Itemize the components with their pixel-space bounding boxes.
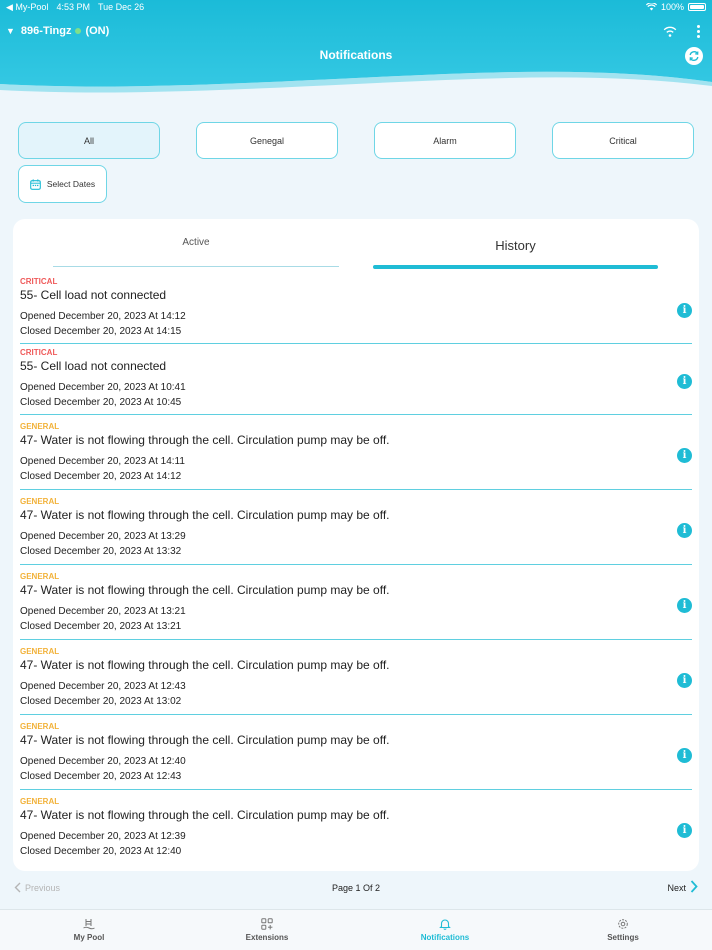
- notification-title: 55- Cell load not connected: [20, 359, 167, 373]
- device-state: (ON): [85, 25, 110, 37]
- page-indicator: Page 1 Of 2: [331, 883, 381, 893]
- notifications-card: Active History CRITICAL 55- Cell load no…: [13, 219, 699, 871]
- notification-item[interactable]: GENERAL 47- Water is not flowing through…: [20, 797, 692, 863]
- notification-title: 47- Water is not flowing through the cel…: [20, 433, 390, 447]
- info-icon[interactable]: i: [677, 303, 692, 318]
- severity-label: GENERAL: [20, 497, 60, 506]
- info-icon[interactable]: i: [677, 598, 692, 613]
- notification-title: 47- Water is not flowing through the cel…: [20, 508, 390, 522]
- next-label: Next: [667, 883, 686, 893]
- pool-ladder-icon: [83, 919, 95, 930]
- app-header: ◀ My-Pool 4:53 PM Tue Dec 26 100% ▼ 896-…: [0, 0, 712, 96]
- notification-item[interactable]: CRITICAL 55- Cell load not connected Ope…: [20, 348, 692, 415]
- pagination: Previous Page 1 Of 2 Next: [0, 880, 712, 898]
- filter-alarm-button[interactable]: Alarm: [374, 122, 516, 159]
- calendar-icon: [30, 178, 41, 190]
- notification-title: 55- Cell load not connected: [20, 288, 167, 302]
- notification-item[interactable]: GENERAL 47- Water is not flowing through…: [20, 497, 692, 565]
- closed-time: Closed December 20, 2023 At 14:15: [20, 326, 182, 337]
- opened-time: Opened December 20, 2023 At 13:21: [20, 606, 186, 617]
- device-selector[interactable]: ▼ 896-Tingz (ON): [0, 22, 712, 40]
- opened-time: Opened December 20, 2023 At 14:12: [20, 311, 186, 322]
- severity-label: CRITICAL: [20, 348, 58, 357]
- chevron-right-icon: [690, 880, 698, 893]
- opened-time: Opened December 20, 2023 At 12:40: [20, 756, 186, 767]
- wifi-icon: [663, 26, 677, 37]
- bell-icon: [439, 919, 451, 930]
- page-title: Notifications: [319, 48, 393, 62]
- back-to-app-link[interactable]: ◀ My-Pool: [6, 2, 48, 13]
- info-icon[interactable]: i: [677, 673, 692, 688]
- info-icon[interactable]: i: [677, 523, 692, 538]
- notification-item[interactable]: GENERAL 47- Water is not flowing through…: [20, 422, 692, 490]
- closed-time: Closed December 20, 2023 At 10:45: [20, 397, 182, 408]
- wifi-status-icon: [645, 3, 657, 11]
- notification-item[interactable]: GENERAL 47- Water is not flowing through…: [20, 722, 692, 790]
- notification-title: 47- Water is not flowing through the cel…: [20, 658, 390, 672]
- tab-active[interactable]: Active: [53, 237, 339, 248]
- status-date: Tue Dec 26: [97, 2, 145, 12]
- filter-general-button[interactable]: Genegal: [196, 122, 338, 159]
- opened-time: Opened December 20, 2023 At 12:43: [20, 681, 186, 692]
- tab-active-underline: [53, 266, 339, 267]
- battery-icon: [688, 3, 706, 11]
- severity-label: GENERAL: [20, 722, 60, 731]
- tab-notifications[interactable]: Notifications: [385, 918, 505, 942]
- info-icon[interactable]: i: [677, 748, 692, 763]
- refresh-icon: [689, 51, 699, 61]
- select-dates-label: Select Dates: [46, 179, 96, 189]
- notification-title: 47- Water is not flowing through the cel…: [20, 733, 390, 747]
- notification-item[interactable]: GENERAL 47- Water is not flowing through…: [20, 572, 692, 640]
- opened-time: Opened December 20, 2023 At 12:39: [20, 831, 186, 842]
- opened-time: Opened December 20, 2023 At 10:41: [20, 382, 186, 393]
- info-icon[interactable]: i: [677, 374, 692, 389]
- tab-label: Notifications: [420, 933, 470, 942]
- notification-item[interactable]: CRITICAL 55- Cell load not connected Ope…: [20, 277, 692, 344]
- opened-time: Opened December 20, 2023 At 14:11: [20, 456, 185, 467]
- bottom-tab-bar: My Pool Extensions Notifications Setting…: [0, 909, 712, 950]
- device-online-dot: [75, 28, 82, 34]
- tab-settings[interactable]: Settings: [563, 918, 683, 942]
- closed-time: Closed December 20, 2023 At 13:21: [20, 621, 182, 632]
- next-page-button[interactable]: Next: [667, 880, 698, 893]
- device-name: 896-Tingz: [20, 25, 72, 37]
- tab-history-underline: [373, 265, 658, 269]
- refresh-button[interactable]: [685, 47, 703, 65]
- info-icon[interactable]: i: [677, 823, 692, 838]
- filter-critical-button[interactable]: Critical: [552, 122, 694, 159]
- select-dates-button[interactable]: Select Dates: [18, 165, 107, 203]
- opened-time: Opened December 20, 2023 At 13:29: [20, 531, 186, 542]
- notification-title: 47- Water is not flowing through the cel…: [20, 583, 390, 597]
- filter-all-button[interactable]: All: [18, 122, 160, 159]
- closed-time: Closed December 20, 2023 At 14:12: [20, 471, 182, 482]
- gear-icon: [618, 919, 628, 929]
- caret-down-icon: ▼: [6, 26, 15, 36]
- tab-extensions[interactable]: Extensions: [207, 918, 327, 942]
- closed-time: Closed December 20, 2023 At 12:43: [20, 771, 182, 782]
- severity-label: GENERAL: [20, 422, 60, 431]
- extensions-grid-icon: [261, 918, 273, 930]
- notification-item[interactable]: GENERAL 47- Water is not flowing through…: [20, 647, 692, 715]
- severity-label: GENERAL: [20, 647, 60, 656]
- tab-label: My Pool: [73, 933, 105, 942]
- notification-title: 47- Water is not flowing through the cel…: [20, 808, 390, 822]
- back-app-label: My-Pool: [15, 1, 49, 12]
- tab-label: Extensions: [245, 933, 289, 942]
- closed-time: Closed December 20, 2023 At 13:02: [20, 696, 182, 707]
- severity-label: GENERAL: [20, 572, 60, 581]
- severity-label: CRITICAL: [20, 277, 58, 286]
- status-time: 4:53 PM: [56, 2, 90, 12]
- severity-label: GENERAL: [20, 797, 60, 806]
- info-icon[interactable]: i: [677, 448, 692, 463]
- tab-history[interactable]: History: [373, 238, 658, 253]
- tab-label: Settings: [607, 933, 639, 942]
- more-options-icon[interactable]: [691, 24, 706, 38]
- closed-time: Closed December 20, 2023 At 12:40: [20, 846, 182, 857]
- status-bar: ◀ My-Pool 4:53 PM Tue Dec 26 100%: [0, 0, 712, 14]
- battery-percent: 100%: [660, 2, 684, 12]
- closed-time: Closed December 20, 2023 At 13:32: [20, 546, 182, 557]
- tab-my-pool[interactable]: My Pool: [29, 918, 149, 942]
